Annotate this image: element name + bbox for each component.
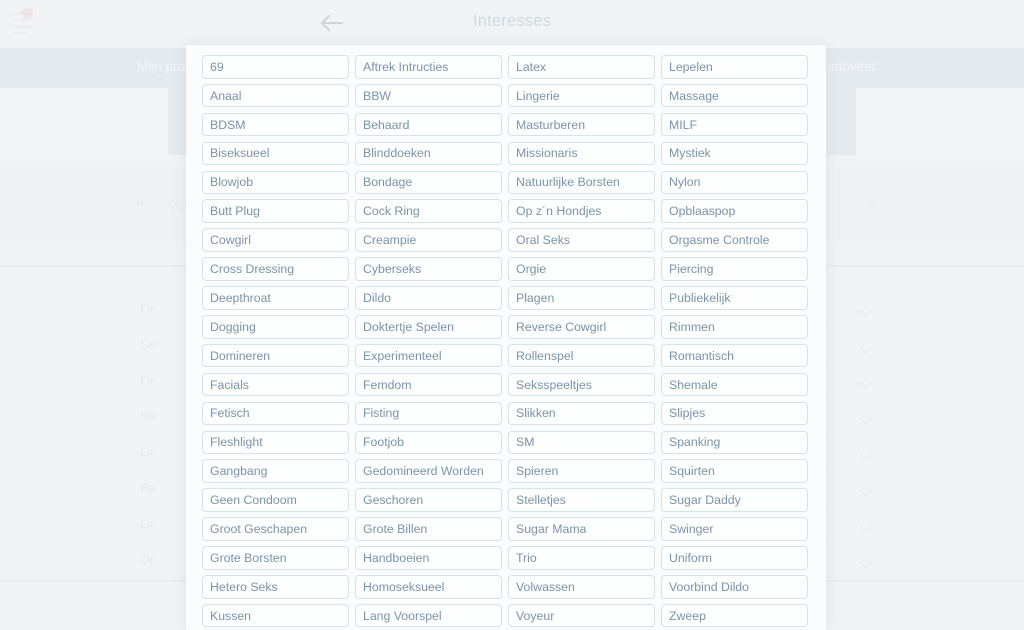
- interest-chip[interactable]: Trio: [508, 546, 655, 570]
- interest-chip[interactable]: Orgasme Controle: [661, 228, 808, 252]
- interest-chip[interactable]: Nylon: [661, 170, 808, 195]
- interest-chip[interactable]: Cyberseks: [355, 257, 502, 281]
- interest-chip[interactable]: Publiekelijk: [661, 286, 808, 310]
- interest-chip[interactable]: Stelletjes: [508, 488, 655, 512]
- interests-picker-modal: 69 Aftrek Intructies Latex Lepelen Anaal BBW L…: [186, 45, 826, 630]
- interest-chip[interactable]: Cock Ring: [355, 199, 502, 223]
- interest-chip[interactable]: Lingerie: [508, 83, 655, 108]
- interest-chip[interactable]: Footjob: [355, 430, 502, 455]
- interest-chip[interactable]: Dildo: [355, 286, 502, 310]
- interest-chip[interactable]: Handboeien: [355, 546, 502, 570]
- interest-chip[interactable]: BBW: [355, 83, 502, 108]
- interest-chip[interactable]: Blowjob: [202, 170, 349, 195]
- interest-chip[interactable]: Doktertje Spelen: [355, 315, 502, 339]
- interest-chip[interactable]: Massage: [661, 83, 808, 108]
- interest-chip[interactable]: Butt Plug: [202, 199, 349, 223]
- interest-chip[interactable]: Fetisch: [202, 401, 349, 426]
- interest-chip[interactable]: Uniform: [661, 546, 808, 570]
- interest-chip[interactable]: Facials: [202, 372, 349, 397]
- interests-grid: 69 Aftrek Intructies Latex Lepelen Anaal BBW L…: [202, 55, 814, 628]
- interest-chip[interactable]: Deepthroat: [202, 286, 349, 310]
- interest-chip[interactable]: Domineren: [202, 343, 349, 368]
- interest-chip[interactable]: Geschoren: [355, 488, 502, 512]
- interest-chip[interactable]: Latex: [508, 55, 655, 79]
- interest-chip[interactable]: Seksspeeltjes: [508, 372, 655, 397]
- interest-chip[interactable]: Gedomineerd Worden: [355, 459, 502, 483]
- interest-chip[interactable]: Gangbang: [202, 459, 349, 483]
- interest-chip[interactable]: Experimenteel: [355, 343, 502, 368]
- interest-chip[interactable]: Aftrek Intructies: [355, 55, 502, 79]
- interest-chip[interactable]: Fleshlight: [202, 430, 349, 455]
- interest-chip[interactable]: Anaal: [202, 83, 349, 108]
- interest-chip[interactable]: SM: [508, 430, 655, 455]
- interest-chip[interactable]: Slipjes: [661, 401, 808, 426]
- interest-chip[interactable]: Geen Condoom: [202, 488, 349, 512]
- interest-chip[interactable]: MILF: [661, 112, 808, 137]
- interest-chip[interactable]: Rollenspel: [508, 343, 655, 368]
- interest-chip[interactable]: Dogging: [202, 315, 349, 339]
- interest-chip[interactable]: Sugar Daddy: [661, 488, 808, 512]
- interest-chip[interactable]: Reverse Cowgirl: [508, 315, 655, 339]
- interest-chip[interactable]: Cross Dressing: [202, 257, 349, 281]
- interest-chip[interactable]: Voorbind Dildo: [661, 575, 808, 599]
- interest-chip[interactable]: Zweep: [661, 603, 808, 628]
- interest-chip[interactable]: Volwassen: [508, 575, 655, 599]
- interest-chip[interactable]: Piercing: [661, 257, 808, 281]
- interest-chip[interactable]: Mystiek: [661, 141, 808, 166]
- interest-chip[interactable]: BDSM: [202, 112, 349, 137]
- interest-chip[interactable]: Spieren: [508, 459, 655, 483]
- interest-chip[interactable]: Homoseksueel: [355, 575, 502, 599]
- interest-chip[interactable]: Natuurlijke Borsten: [508, 170, 655, 195]
- interest-chip[interactable]: Spanking: [661, 430, 808, 455]
- interest-chip[interactable]: Groot Geschapen: [202, 517, 349, 541]
- interest-chip[interactable]: Slikken: [508, 401, 655, 426]
- interest-chip[interactable]: Kussen: [202, 603, 349, 628]
- interest-chip[interactable]: Voyeur: [508, 603, 655, 628]
- interest-chip[interactable]: Hetero Seks: [202, 575, 349, 599]
- interest-chip[interactable]: Romantisch: [661, 343, 808, 368]
- interest-chip[interactable]: Oral Seks: [508, 228, 655, 252]
- interest-chip[interactable]: Shemale: [661, 372, 808, 397]
- interest-chip[interactable]: Missionaris: [508, 141, 655, 166]
- interest-chip[interactable]: Grote Borsten: [202, 546, 349, 570]
- interest-chip[interactable]: Biseksueel: [202, 141, 349, 166]
- interest-chip[interactable]: Bondage: [355, 170, 502, 195]
- interest-chip[interactable]: Behaard: [355, 112, 502, 137]
- interest-chip[interactable]: Creampie: [355, 228, 502, 252]
- interest-chip[interactable]: Masturberen: [508, 112, 655, 137]
- interest-chip[interactable]: Swinger: [661, 517, 808, 541]
- interest-chip[interactable]: Fisting: [355, 401, 502, 426]
- interest-chip[interactable]: Lang Voorspel: [355, 603, 502, 628]
- interest-chip[interactable]: Rimmen: [661, 315, 808, 339]
- interest-chip[interactable]: Grote Billen: [355, 517, 502, 541]
- interest-chip[interactable]: Op z´n Hondjes: [508, 199, 655, 223]
- interest-chip[interactable]: Squirten: [661, 459, 808, 483]
- interest-chip[interactable]: 69: [202, 55, 349, 79]
- interest-chip[interactable]: Sugar Mama: [508, 517, 655, 541]
- interest-chip[interactable]: Plagen: [508, 286, 655, 310]
- interest-chip[interactable]: Femdom: [355, 372, 502, 397]
- interest-chip[interactable]: Orgie: [508, 257, 655, 281]
- interest-chip[interactable]: Lepelen: [661, 55, 808, 79]
- interest-chip[interactable]: Cowgirl: [202, 228, 349, 252]
- interest-chip[interactable]: Blinddoeken: [355, 141, 502, 166]
- interest-chip[interactable]: Opblaaspop: [661, 199, 808, 223]
